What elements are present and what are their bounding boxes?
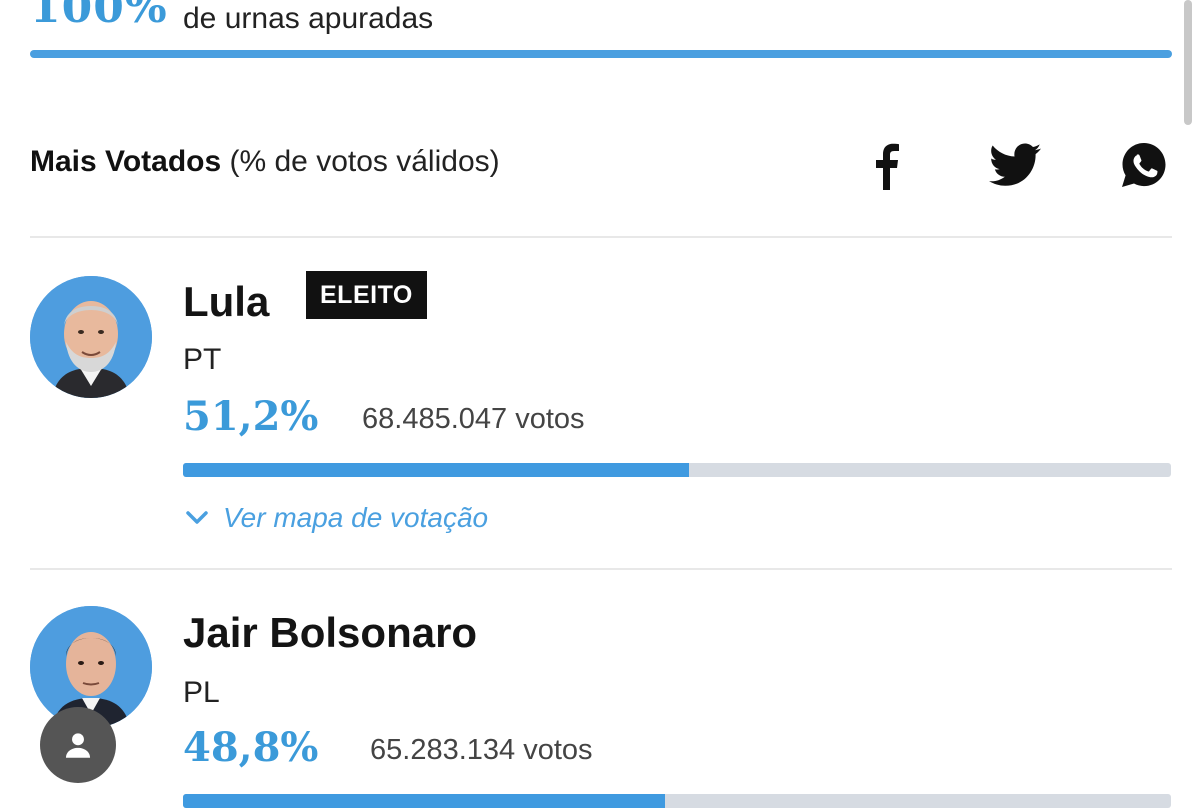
- divider: [30, 236, 1172, 238]
- candidate-votes: 68.485.047 votos: [362, 403, 585, 435]
- whatsapp-icon: [1122, 143, 1166, 187]
- facebook-share-button[interactable]: [858, 140, 914, 190]
- twitter-share-button[interactable]: [987, 140, 1043, 190]
- candidate-party: PL: [183, 676, 220, 709]
- section-title-bold: Mais Votados: [30, 145, 222, 178]
- section-title: Mais Votados (% de votos válidos): [30, 145, 500, 179]
- apuracao-percent: 100%: [30, 0, 168, 33]
- user-profile-button[interactable]: [40, 707, 116, 783]
- candidate-name: Lula: [183, 278, 270, 325]
- candidate-percent: 51,2%: [183, 393, 319, 440]
- candidate-votes: 65.283.134 votos: [370, 734, 593, 766]
- divider: [30, 568, 1172, 570]
- twitter-icon: [989, 143, 1041, 186]
- section-title-rest: (% de votos válidos): [229, 145, 500, 178]
- candidate-percent: 48,8%: [183, 724, 319, 771]
- ver-mapa-link[interactable]: Ver mapa de votação: [185, 504, 488, 532]
- candidate-party: PT: [183, 343, 222, 376]
- chevron-down-icon: [186, 511, 208, 524]
- candidate-name: Jair Bolsonaro: [183, 609, 478, 656]
- candidate-vote-bar: [183, 794, 1171, 808]
- candidate-vote-bar-fill: [183, 794, 666, 808]
- apuracao-label: de urnas apuradas: [183, 2, 434, 35]
- whatsapp-share-button[interactable]: [1116, 140, 1172, 190]
- scrollbar[interactable]: [1184, 0, 1192, 125]
- candidate-avatar: [30, 276, 152, 398]
- user-icon: [65, 733, 91, 758]
- candidate-vote-bar-fill: [183, 463, 689, 477]
- facebook-icon: [876, 143, 899, 190]
- ver-mapa-label: Ver mapa de votação: [223, 502, 489, 533]
- apuracao-progress-bar: [30, 50, 1172, 58]
- elected-badge: ELEITO: [306, 271, 427, 319]
- candidate-photo-icon: [30, 276, 152, 398]
- candidate-vote-bar: [183, 463, 1171, 477]
